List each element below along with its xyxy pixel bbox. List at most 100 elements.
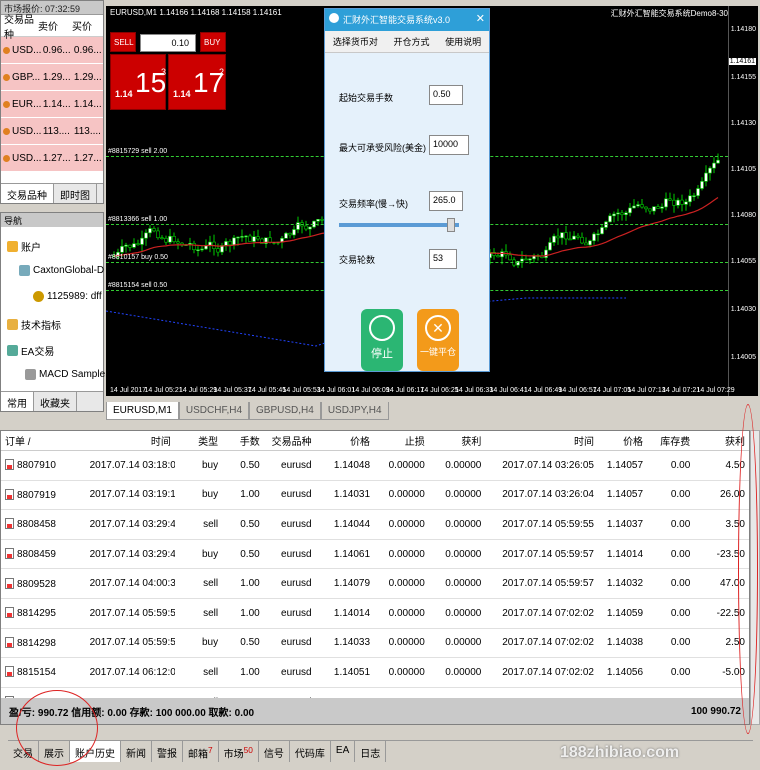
menu-open-mode[interactable]: 开仓方式 bbox=[393, 35, 429, 48]
menu-help[interactable]: 使用说明 bbox=[445, 35, 481, 48]
nav-experts[interactable]: EA交易 bbox=[7, 343, 54, 358]
table-cell: sell bbox=[175, 608, 222, 619]
col-bid[interactable]: 卖价 bbox=[35, 18, 69, 33]
tab-favorites[interactable]: 收藏夹 bbox=[34, 392, 77, 411]
price-axis[interactable]: 1.14180 1.14161 1.14155 1.14130 1.14105 … bbox=[728, 6, 758, 396]
close-icon[interactable]: ✕ bbox=[476, 12, 485, 25]
column-header[interactable]: 类型 bbox=[175, 433, 222, 448]
cell-text: 0.00000 bbox=[445, 489, 482, 501]
cell-text: 0.00000 bbox=[445, 459, 482, 471]
terminal-tab[interactable]: 新闻 bbox=[121, 741, 152, 762]
terminal-tab[interactable]: 信号 bbox=[259, 741, 290, 762]
table-cell: eurusd bbox=[264, 519, 316, 530]
column-header[interactable]: 订单 / bbox=[1, 433, 86, 448]
column-header[interactable]: 时间 bbox=[86, 433, 175, 448]
column-header[interactable]: 获利 bbox=[429, 433, 486, 448]
cell-text: 1.14032 bbox=[606, 578, 644, 590]
table-cell: eurusd bbox=[264, 667, 316, 678]
candle-body bbox=[544, 249, 548, 258]
nav-server[interactable]: CaxtonGlobal-D bbox=[19, 265, 104, 276]
cell-text: 0.00000 bbox=[445, 548, 482, 560]
terminal-tab[interactable]: 市场50 bbox=[219, 741, 259, 762]
symbol-row[interactable]: EUR... 1.14... 1.14... bbox=[1, 91, 103, 118]
tab-tick-chart[interactable]: 即时图 bbox=[54, 184, 97, 203]
frequency-input[interactable]: 265.0 bbox=[429, 191, 463, 211]
candle-body bbox=[696, 188, 700, 196]
price-tick: 1.14130 bbox=[730, 120, 756, 127]
symbol-row[interactable]: USD... 113.... 113.... bbox=[1, 118, 103, 145]
candle-body bbox=[156, 230, 160, 239]
terminal-tab[interactable]: EA bbox=[331, 741, 356, 762]
table-cell: 1.14033 bbox=[316, 637, 374, 648]
terminal-tab[interactable]: 日志 bbox=[355, 741, 387, 762]
table-row[interactable]: 8808459 2017.07.14 03:29:41 buy 0.50 eurusd 1… bbox=[1, 540, 749, 570]
column-header[interactable]: 价格 bbox=[598, 433, 647, 448]
symbol-icon bbox=[3, 100, 10, 108]
chart-tab[interactable]: USDCHF,H4 bbox=[178, 402, 250, 420]
lot-input[interactable]: 0.10 bbox=[140, 34, 196, 52]
cell-text: 0.50 bbox=[240, 637, 260, 649]
order-icon bbox=[5, 518, 14, 530]
table-cell: 2017.07.14 06:12:05 bbox=[86, 667, 175, 678]
column-header[interactable]: 库存费 bbox=[647, 433, 694, 448]
time-tick: 14 Jul 06:41 bbox=[489, 387, 528, 394]
candle-body bbox=[560, 232, 564, 239]
column-header[interactable]: 止损 bbox=[374, 433, 429, 448]
terminal-tab[interactable]: 代码库 bbox=[290, 741, 331, 762]
tab-symbols[interactable]: 交易品种 bbox=[1, 184, 54, 203]
sell-button[interactable]: SELL bbox=[110, 32, 136, 52]
ask-cell: 1.14... bbox=[73, 98, 102, 110]
chart-tab[interactable]: EURUSD,M1 bbox=[106, 402, 179, 420]
chart-tab[interactable]: USDJPY,H4 bbox=[320, 402, 389, 420]
ea-dialog[interactable]: 汇财外汇智能交易系统v3.0 ✕ 选择货币对 开仓方式 使用说明 起始交易手数 … bbox=[324, 8, 490, 372]
nav-accounts[interactable]: 账户 bbox=[7, 239, 41, 254]
nav-macd[interactable]: MACD Sample bbox=[25, 369, 105, 380]
column-header[interactable]: 价格 bbox=[316, 433, 374, 448]
terminal-tab[interactable]: 警报 bbox=[152, 741, 183, 762]
buy-button[interactable]: BUY bbox=[200, 32, 226, 52]
cell-text: 2017.07.14 05:59:57 bbox=[502, 548, 594, 560]
candle-body bbox=[132, 243, 136, 248]
tab-common[interactable]: 常用 bbox=[1, 392, 34, 411]
table-row[interactable]: 8814295 2017.07.14 05:59:57 sell 1.00 eurusd… bbox=[1, 599, 749, 629]
terminal-tab[interactable]: 邮箱7 bbox=[183, 741, 219, 762]
start-lot-input[interactable]: 0.50 bbox=[429, 85, 463, 105]
time-tick: 14 Jul 06:57 bbox=[558, 387, 597, 394]
candle-body bbox=[592, 233, 596, 242]
col-symbol[interactable]: 交易品种 bbox=[1, 11, 35, 41]
column-header[interactable]: 时间 bbox=[485, 433, 598, 448]
nav-account[interactable]: 1125989: dff bbox=[33, 291, 102, 302]
symbol-row[interactable]: USD... 0.96... 0.96... bbox=[1, 37, 103, 64]
symbol-row[interactable]: GBP... 1.29... 1.29... bbox=[1, 64, 103, 91]
cell-text: 0.00 bbox=[670, 459, 691, 471]
navigator-panel: 导航 账户 CaxtonGlobal-D 1125989: dff 技术指标 E… bbox=[0, 212, 105, 412]
rounds-input[interactable]: 53 bbox=[429, 249, 457, 269]
max-risk-input[interactable]: 10000 bbox=[429, 135, 469, 155]
nav-indicators[interactable]: 技术指标 bbox=[7, 317, 61, 332]
table-cell: 2017.07.14 07:02:02 bbox=[485, 667, 598, 678]
candle-body bbox=[524, 258, 528, 261]
close-all-button[interactable]: ✕ 一键平仓 bbox=[417, 309, 459, 371]
chart-tab[interactable]: GBPUSD,H4 bbox=[249, 402, 321, 420]
table-row[interactable]: 8815154 2017.07.14 06:12:05 sell 1.00 eurusd… bbox=[1, 658, 749, 688]
cell-text: 2017.07.14 04:00:32 bbox=[89, 578, 175, 590]
column-header[interactable]: 交易品种 bbox=[264, 433, 316, 448]
table-row[interactable]: 8807919 2017.07.14 03:19:16 buy 1.00 eurusd 1… bbox=[1, 481, 749, 511]
stop-button[interactable]: 停止 bbox=[361, 309, 403, 371]
table-row[interactable]: 8808458 2017.07.14 03:29:41 sell 0.50 eurusd… bbox=[1, 510, 749, 540]
table-row[interactable]: 8814298 2017.07.14 05:59:57 buy 0.50 eurusd 1… bbox=[1, 629, 749, 659]
order-line-label: #8815154 sell 0.50 bbox=[108, 282, 168, 289]
symbol-row[interactable]: USD... 1.27... 1.27... bbox=[1, 145, 103, 172]
column-header[interactable]: 手数 bbox=[222, 433, 264, 448]
buy-price-box[interactable]: 1.14 17 2 bbox=[168, 54, 226, 110]
sell-price-box[interactable]: 1.14 15 3 bbox=[110, 54, 166, 110]
menu-pair[interactable]: 选择货币对 bbox=[333, 35, 378, 48]
candle-body bbox=[140, 237, 144, 245]
table-row[interactable]: 8807910 2017.07.14 03:18:09 buy 0.50 eurusd 1… bbox=[1, 451, 749, 481]
table-cell: 1.00 bbox=[222, 578, 264, 589]
col-ask[interactable]: 买价 bbox=[69, 18, 103, 33]
frequency-slider[interactable] bbox=[339, 218, 459, 232]
table-row[interactable]: 8809528 2017.07.14 04:00:32 sell 1.00 eurusd… bbox=[1, 569, 749, 599]
market-watch-panel: 市场报价: 07:32:59 交易品种 卖价 买价 USD... 0.96... 0… bbox=[0, 0, 104, 204]
slider-handle[interactable] bbox=[447, 218, 455, 232]
